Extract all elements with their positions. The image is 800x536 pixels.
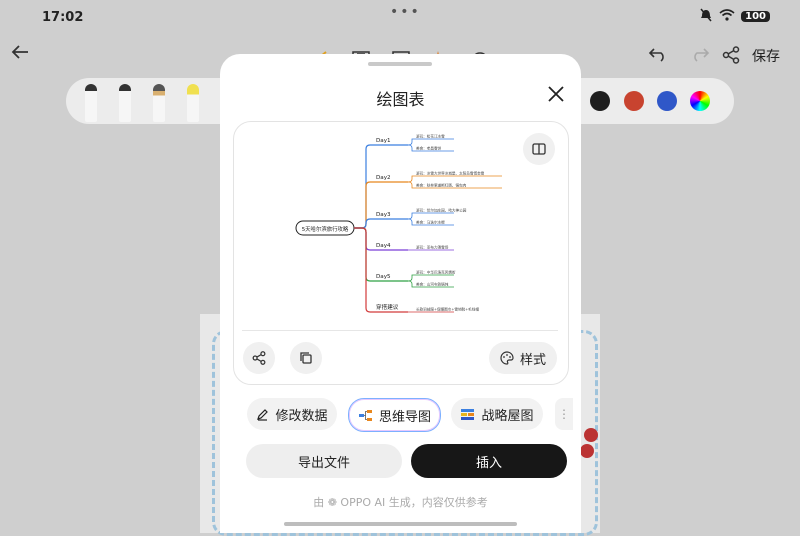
close-button[interactable] [542, 80, 570, 108]
mindmap-branch-label: 穿搭建议 [376, 303, 399, 311]
mindmap-leaf-label: 游玩：松花江冰雪 [416, 134, 445, 139]
fineliner-pen[interactable] [85, 84, 97, 122]
mindmap-svg: 5天哈尔滨旅行攻略 Day1 游玩：松花江冰雪美食：老昌春饼 Day2 游玩：冰雪大世… [295, 134, 502, 313]
mindmap-leaf-label: 美食：老昌春饼 [416, 146, 442, 151]
copy-chart-button[interactable] [290, 342, 322, 374]
status-icons: 100 [699, 8, 770, 25]
strategy-house-icon [461, 408, 475, 420]
color-swatch-blue[interactable] [657, 91, 677, 111]
strategy-house-chip[interactable]: 战略屋图 [451, 398, 543, 430]
mindmap-branch-line [354, 181, 408, 229]
mindmap-leaf-label: 游玩：中华巴洛克风情街 [416, 270, 456, 275]
edit-data-label: 修改数据 [275, 408, 328, 424]
share-icon [252, 351, 266, 365]
mindmap-branch-label: Day1 [376, 138, 391, 144]
color-picker-wheel[interactable] [690, 91, 710, 111]
mindmap-leaf-line [407, 274, 454, 282]
mindmap-leaf-label: 美食：山河屯铁锅炖 [416, 282, 449, 287]
mindmap-leaf-label: 游玩：冰雪大世界冰城堡、太阳岛雪博会雪 [416, 171, 485, 176]
status-time: 17:02 [42, 10, 84, 25]
style-label: 样式 [519, 352, 546, 368]
split-view-button[interactable] [523, 133, 555, 165]
pencil[interactable] [153, 84, 165, 122]
book-icon [532, 143, 546, 155]
save-button[interactable]: 保存 [752, 46, 780, 66]
mindmap-preview: 5天哈尔滨旅行攻略 Day1 游玩：松花江冰雪 美食：老昌春饼 Day2 游玩：冰雪大世… [240, 128, 560, 324]
edit-data-chip[interactable]: 修改数据 [247, 398, 337, 430]
grape-decoration [584, 428, 598, 442]
drag-handle[interactable] [368, 62, 432, 66]
dialog-title: 绘图表 [376, 90, 425, 109]
home-indicator[interactable] [284, 522, 517, 526]
mindmap-leaf-line [407, 212, 454, 220]
palette-icon [500, 351, 514, 365]
mindmap-leaf-label: 游玩：伏尔加庄园、哈大神公园 [416, 208, 467, 213]
close-icon [548, 86, 564, 102]
mindmap-chip[interactable]: 思维导图 [348, 398, 441, 432]
edit-icon [257, 408, 269, 421]
highlighter[interactable] [187, 84, 199, 122]
fountain-pen[interactable] [119, 84, 131, 122]
more-chips-icon[interactable]: ⋮ [555, 398, 573, 430]
mindmap-branch-label: Day4 [376, 243, 391, 249]
share-icon[interactable] [722, 46, 740, 68]
mindmap-leaf-label: 美食：秋林里道斯红肠、锅包肉 [416, 183, 467, 188]
mindmap-leaf-label: 长款羽绒服+保暖围巾+雪地靴+毛线帽 [416, 307, 479, 312]
mute-icon [699, 8, 713, 25]
color-swatch-black[interactable] [590, 91, 610, 111]
ai-disclaimer: 由 ❁ OPPO AI 生成，内容仅供参考 [313, 496, 488, 509]
mindmap-branch-label: Day2 [376, 175, 391, 181]
copy-icon [300, 352, 312, 364]
mindmap-leaf-line [407, 138, 454, 146]
mindmap-root: 5天哈尔滨旅行攻略 [302, 225, 349, 233]
mindmap-leaf-label: 游玩：亚布力滑雪场 [416, 245, 449, 250]
mindmap-leaf-line [407, 175, 502, 183]
share-chart-button[interactable] [243, 342, 275, 374]
battery-level: 100 [741, 11, 770, 22]
mindmap-icon [358, 409, 372, 421]
export-file-button[interactable]: 导出文件 [246, 444, 402, 478]
color-swatch-red[interactable] [624, 91, 644, 111]
strategy-house-label: 战略屋图 [481, 408, 534, 424]
back-arrow-icon[interactable] [10, 42, 30, 67]
mindmap-branch-label: Day5 [376, 274, 391, 280]
mindmap-branch-line [354, 218, 408, 229]
grape-decoration [580, 444, 594, 458]
mindmap-label: 思维导图 [378, 409, 431, 425]
undo-icon[interactable] [648, 46, 668, 66]
more-dots-icon[interactable]: ••• [390, 4, 421, 20]
mindmap-branch-line [354, 227, 408, 313]
card-divider [242, 330, 558, 331]
wifi-icon [719, 9, 735, 24]
mindmap-leaf-label: 美食：马迭尔冰棍 [416, 220, 445, 225]
insert-button[interactable]: 插入 [411, 444, 567, 478]
redo-icon[interactable] [690, 46, 710, 66]
mindmap-branch-label: Day3 [376, 212, 391, 218]
style-button[interactable]: 样式 [489, 342, 557, 374]
